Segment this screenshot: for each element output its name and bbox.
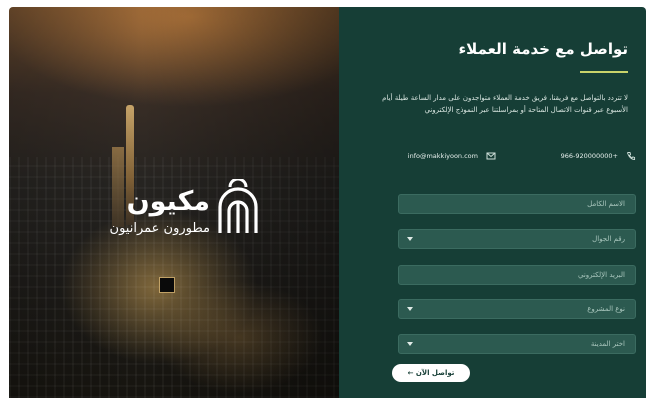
page-title: تواصل مع خدمة العملاء [458,40,628,58]
mail-icon [486,152,496,160]
chevron-down-icon [407,342,413,346]
brand-name: مكيون [126,186,210,217]
hero-image: مكيون مطورون عمرانيون [9,7,339,398]
full-name-placeholder: الاسم الكامل [587,200,625,208]
email-text[interactable]: info@makkiyoon.com [408,152,478,160]
full-name-input[interactable]: الاسم الكامل [398,194,636,214]
contact-panel: تواصل مع خدمة العملاء لا تتردد بالتواصل … [339,7,646,398]
mobile-input[interactable]: رقم الجوال [398,229,636,249]
contact-description: لا تتردد بالتواصل مع فريقنا، فريق خدمة ا… [382,94,628,114]
page-frame: مكيون مطورون عمرانيون تواصل مع خدمة العم… [9,7,646,398]
brand-tagline: مطورون عمرانيون [109,221,210,236]
city-placeholder: اختر المدينة [590,340,625,348]
project-type-placeholder: نوع المشروع [587,305,625,313]
chevron-down-icon [407,307,413,311]
title-underline [580,71,628,73]
city-select[interactable]: اختر المدينة [398,334,636,354]
brand-logo: مكيون مطورون عمرانيون [95,179,260,249]
project-type-select[interactable]: نوع المشروع [398,299,636,319]
email-placeholder: البريد الإلكتروني [578,271,625,279]
phone-text[interactable]: 966-920000000+ [561,152,618,160]
email-input[interactable]: البريد الإلكتروني [398,265,636,285]
phone-icon [626,152,636,160]
contact-phone[interactable]: 966-920000000+ [561,149,636,163]
submit-button[interactable]: تواصل الآن ← [392,364,470,382]
mobile-placeholder: رقم الجوال [592,235,625,243]
contact-email[interactable]: info@makkiyoon.com [408,149,496,163]
makkiyoon-logo-mark-icon [218,179,258,233]
country-code-chevron-down-icon[interactable] [407,237,413,241]
